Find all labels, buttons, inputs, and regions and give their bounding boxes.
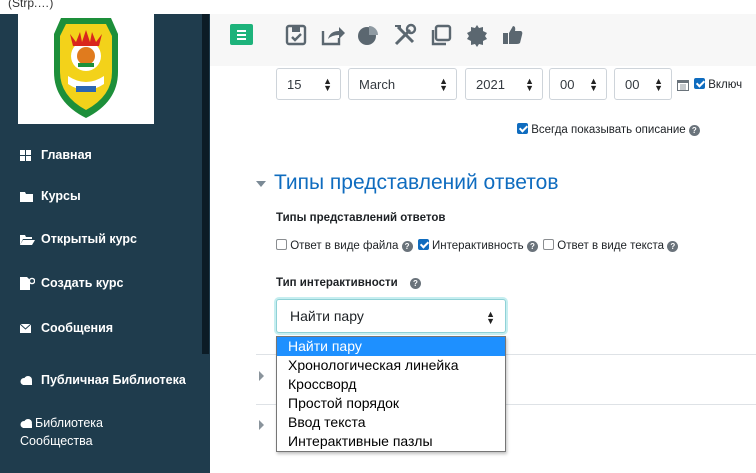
help-icon[interactable]: ? [409, 278, 421, 289]
thumbs-up-icon[interactable] [500, 23, 526, 47]
folder-open-icon [20, 232, 36, 246]
file-cog-icon [20, 276, 36, 290]
enable-checkbox[interactable] [694, 78, 705, 89]
save-icon[interactable] [284, 23, 310, 47]
sidebar-item-open-course[interactable]: Открытый курс [20, 230, 137, 248]
updown-icon: ▲ ▼ [589, 76, 598, 93]
updown-icon: ▲ ▼ [486, 309, 495, 326]
always-show-description-checkbox[interactable] [517, 123, 528, 134]
crest-icon [54, 18, 118, 118]
site-logo[interactable] [18, 14, 154, 124]
cloud-icon [20, 373, 36, 387]
window-title: (Strp.…) [8, 0, 54, 10]
sidebar-item-courses[interactable]: Курсы [20, 187, 81, 205]
folder-icon [20, 189, 36, 203]
minute-select[interactable]: 00 ▲ ▼ [614, 68, 672, 100]
sidebar-item-home[interactable]: Главная [20, 146, 92, 164]
day-select[interactable]: 15 ▲ ▼ [276, 68, 341, 100]
sidebar-item-label: Открытый курс [41, 232, 137, 246]
dropdown-option[interactable]: Ввод текста [277, 413, 505, 432]
pie-chart-icon[interactable] [356, 23, 382, 47]
sidebar-item-create-course[interactable]: Создать курс [20, 274, 124, 292]
always-show-description-label: Всегда показывать описание [531, 124, 686, 136]
copy-icon[interactable] [428, 23, 454, 47]
sidebar-item-community-library[interactable]: Библиотека Сообщества [20, 414, 180, 450]
interactivity-type-dropdown: Найти пару Хронологическая линейка Кросс… [276, 336, 506, 452]
sidebar: Главная Курсы Открытый курс Создать курс… [0, 14, 210, 473]
collapse-caret-icon[interactable] [256, 181, 266, 187]
sidebar-item-messages[interactable]: Сообщения [20, 319, 113, 337]
sidebar-item-label: Создать курс [41, 276, 124, 290]
badge-icon[interactable] [464, 23, 490, 47]
section-title[interactable]: Типы представлений ответов [274, 171, 558, 195]
help-icon[interactable]: ? [688, 125, 700, 136]
interactivity-type-row: Тип интерактивности ? [276, 277, 421, 289]
grid-icon [20, 148, 36, 162]
updown-icon: ▲ ▼ [525, 76, 534, 93]
sidebar-scrollbar[interactable] [202, 14, 209, 354]
help-icon[interactable]: ? [401, 241, 413, 252]
envelope-icon [20, 321, 36, 335]
submission-types-label: Типы представлений ответов [276, 212, 446, 224]
file-submission-checkbox[interactable] [276, 239, 287, 250]
expand-caret-icon[interactable] [259, 371, 264, 381]
interactivity-option[interactable]: Интерактивность ? [417, 239, 541, 252]
menu-toggle-button[interactable] [230, 24, 253, 45]
sidebar-item-label: Библиотека Сообщества [20, 416, 103, 448]
cloud-icon [20, 416, 36, 430]
dropdown-option[interactable]: Простой порядок [277, 394, 505, 413]
sidebar-item-label: Публичная Библиотека [41, 373, 186, 387]
updown-icon: ▲ ▼ [323, 76, 332, 93]
help-icon[interactable]: ? [667, 241, 679, 252]
sidebar-item-public-library[interactable]: Публичная Библиотека [20, 371, 186, 389]
interactivity-type-label: Тип интерактивности [276, 277, 398, 289]
enable-checkbox-row[interactable]: Включ [694, 78, 742, 91]
year-select[interactable]: 2021 ▲ ▼ [465, 68, 543, 100]
help-icon[interactable]: ? [526, 241, 538, 252]
updown-icon: ▲ ▼ [439, 76, 448, 93]
text-submission-option[interactable]: Ответ в виде текста ? [543, 239, 679, 252]
dropdown-option[interactable]: Интерактивные пазлы [277, 432, 505, 451]
expand-caret-icon[interactable] [259, 420, 264, 430]
file-submission-option[interactable]: Ответ в виде файла ? [276, 239, 416, 252]
sidebar-item-label: Сообщения [41, 321, 114, 335]
window-title-strip: (Strp.…) [0, 0, 756, 14]
hour-select[interactable]: 00 ▲ ▼ [549, 68, 607, 100]
interactivity-type-select[interactable]: Найти пару ▲ ▼ [276, 299, 506, 333]
toolbar [210, 14, 756, 66]
month-select[interactable]: March ▲ ▼ [348, 68, 457, 100]
updown-icon: ▲ ▼ [654, 76, 663, 93]
dropdown-option[interactable]: Найти пару [277, 337, 505, 356]
calendar-icon[interactable] [677, 78, 689, 96]
sidebar-item-label: Курсы [41, 189, 81, 203]
dropdown-option[interactable]: Кроссворд [277, 375, 505, 394]
dropdown-option[interactable]: Хронологическая линейка [277, 356, 505, 375]
text-submission-checkbox[interactable] [543, 239, 555, 250]
interactivity-checkbox[interactable] [417, 239, 429, 250]
always-show-description-row[interactable]: Всегда показывать описание ? [517, 123, 700, 136]
sidebar-item-label: Главная [41, 148, 92, 162]
share-icon[interactable] [320, 23, 346, 47]
tools-icon[interactable] [392, 23, 418, 47]
submission-types-options: Ответ в виде файла ? Интерактивность ? О… [276, 239, 679, 252]
